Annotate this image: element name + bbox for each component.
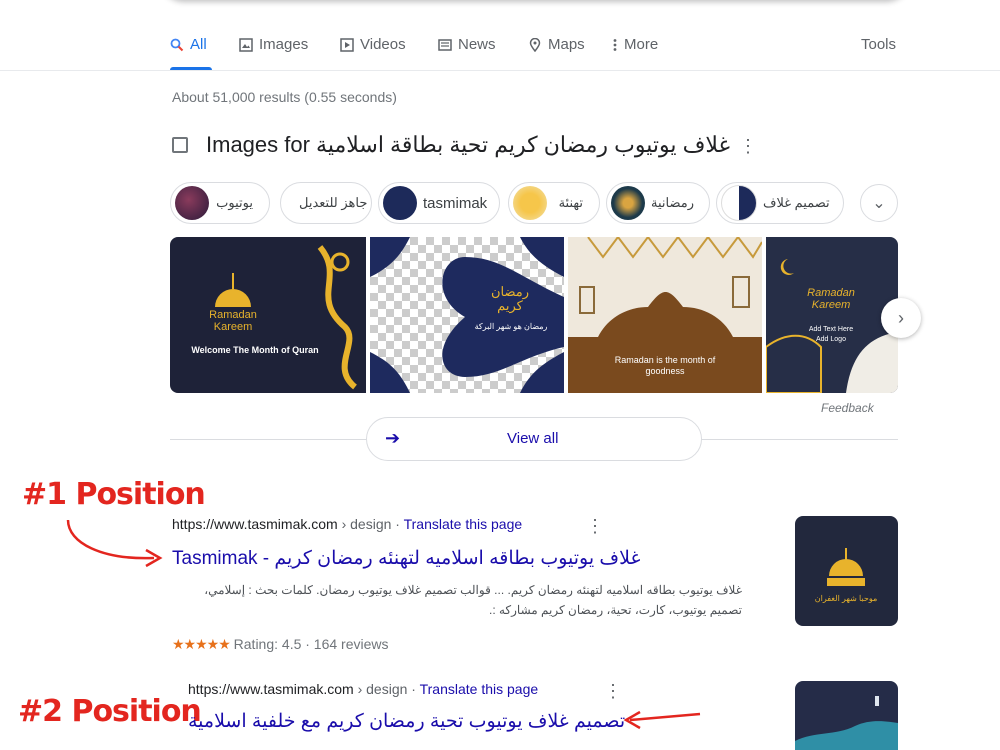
url-domain: https://www.tasmimak.com [172, 516, 338, 532]
ramadan-card-image [370, 237, 564, 393]
more-vert-icon [613, 38, 617, 51]
chip-label: تهنئة [558, 195, 583, 210]
more-options-icon[interactable]: ⋮ [739, 137, 757, 155]
chip-label: جاهز للتعديل [299, 195, 368, 210]
view-all-button[interactable]: ➔ View all [366, 417, 702, 461]
result-snippet: تصميم يوتيوب، كارت، تحية، رمضان كريم مشا… [488, 603, 742, 617]
result-url[interactable]: https://www.tasmimak.com › design · Tran… [188, 681, 538, 697]
tab-images[interactable]: Images [239, 36, 308, 53]
chip-thumbnail [721, 185, 757, 221]
tile-line: Ramadan [807, 287, 855, 299]
map-pin-icon [529, 37, 541, 52]
chip[interactable]: تصميم غلاف [716, 182, 844, 224]
chip-thumbnail [383, 186, 417, 220]
ramadan-kareem-card-image [766, 259, 898, 393]
image-result[interactable]: Ramadan is the month of goodness [568, 237, 762, 393]
tab-maps[interactable]: Maps [528, 36, 585, 53]
tab-label: More [624, 36, 659, 53]
result-thumbnail[interactable]: موحبا شهر الغفران [795, 516, 898, 626]
tab-all[interactable]: All [170, 36, 207, 53]
header-divider [0, 70, 1000, 71]
chip-thumbnail [611, 186, 645, 220]
images-for-title[interactable]: Images for غلاف يوتيوب رمضان كريم تحية ب… [206, 132, 730, 158]
tile-line: رمضان [490, 284, 530, 299]
image-result[interactable]: رمضان كريم رمضان هو شهر البركة [370, 237, 564, 393]
tab-more[interactable]: More [612, 36, 658, 53]
more-options-icon[interactable]: ⋮ [604, 682, 622, 700]
arrow-right-icon: ➔ [385, 428, 401, 448]
tab-label: News [458, 36, 496, 53]
image-result[interactable]: Ramadan Kareem Welcome The Month of Qura… [170, 237, 366, 393]
video-icon [340, 37, 354, 52]
chip[interactable]: تهنئة [508, 182, 600, 224]
tab-label: Images [259, 36, 309, 53]
chip[interactable]: رمضانية [606, 182, 710, 224]
url-path: › design [353, 681, 408, 697]
translate-link[interactable]: Translate this page [404, 516, 523, 532]
result-snippet: غلاف يوتيوب بطاقه اسلاميه لتهنئه رمضان ك… [204, 583, 742, 597]
thumb-caption: موحبا شهر الغفران [814, 594, 878, 603]
annotation-arrow-2 [623, 710, 701, 730]
tab-videos[interactable]: Videos [340, 36, 406, 53]
chip-label: يوتيوب [216, 195, 253, 210]
news-icon [438, 38, 452, 51]
chevron-down-icon[interactable]: ⌄ [860, 184, 898, 222]
annotation-position-2: #2 Position [18, 694, 202, 729]
tile-caption: Add Logo [816, 336, 846, 343]
search-icon [170, 38, 184, 51]
url-domain: https://www.tasmimak.com [188, 681, 354, 697]
annotation-position-1: #1 Position [22, 477, 206, 512]
chip-label: رمضانية [651, 195, 694, 210]
islamic-background-image [795, 696, 898, 750]
tile-caption: رمضان هو شهر البركة [474, 322, 548, 331]
result-thumbnail[interactable] [795, 681, 898, 750]
annotation-arrow-1 [66, 519, 163, 568]
translate-link[interactable]: Translate this page [420, 681, 539, 697]
more-options-icon[interactable]: ⋮ [586, 517, 604, 535]
result-snippet-partial [188, 738, 748, 750]
view-all-label: View all [507, 430, 559, 447]
tab-label: Videos [360, 36, 406, 53]
result-url[interactable]: https://www.tasmimak.com › design · Tran… [172, 516, 522, 532]
chip-label: تصميم غلاف [763, 195, 830, 210]
result-stats: About 51,000 results (0.55 seconds) [172, 89, 397, 105]
tile-caption: Welcome The Month of Quran [191, 345, 319, 355]
tools-button[interactable]: Tools [861, 36, 896, 53]
result-rating: ★★★★★ Rating: 4.5 · 164 reviews [172, 636, 389, 653]
tile-caption: Add Text Here [808, 326, 854, 333]
image-result[interactable]: Ramadan Kareem Add Text Here Add Logo [766, 237, 898, 393]
tile-line: كريم [497, 298, 523, 313]
tab-news[interactable]: News [438, 36, 496, 53]
url-path: › design [337, 516, 392, 532]
chip-thumbnail [513, 186, 547, 220]
tile-line: Kareem [811, 299, 851, 311]
image-icon [239, 37, 253, 52]
tile-caption: Ramadan is the month of goodness [614, 355, 716, 376]
image-icon [172, 137, 188, 153]
star-rating-icon: ★★★★★ [172, 636, 231, 652]
feedback-link[interactable]: Feedback [821, 401, 874, 415]
result-title-link[interactable]: تصميم غلاف يوتيوب تحية رمضان كريم مع خلف… [188, 710, 625, 733]
tile-line: Kareem [213, 321, 253, 333]
chip[interactable]: tasmimak [378, 182, 500, 224]
mosque-dome-image [827, 548, 865, 586]
chevron-right-icon[interactable]: › [881, 298, 921, 338]
tab-label: All [190, 36, 207, 53]
chip-label: tasmimak [423, 194, 488, 212]
chip[interactable]: يوتيوب [170, 182, 270, 224]
rating-text: Rating: 4.5 · 164 reviews [233, 636, 389, 652]
chip-thumbnail [175, 186, 209, 220]
tile-line: Ramadan [209, 309, 257, 321]
tab-label: Maps [548, 36, 585, 53]
result-title-link[interactable]: غلاف يوتيوب بطاقه اسلاميه لتهنئه رمضان ك… [172, 547, 640, 570]
chip[interactable]: جاهز للتعديل [280, 182, 372, 224]
